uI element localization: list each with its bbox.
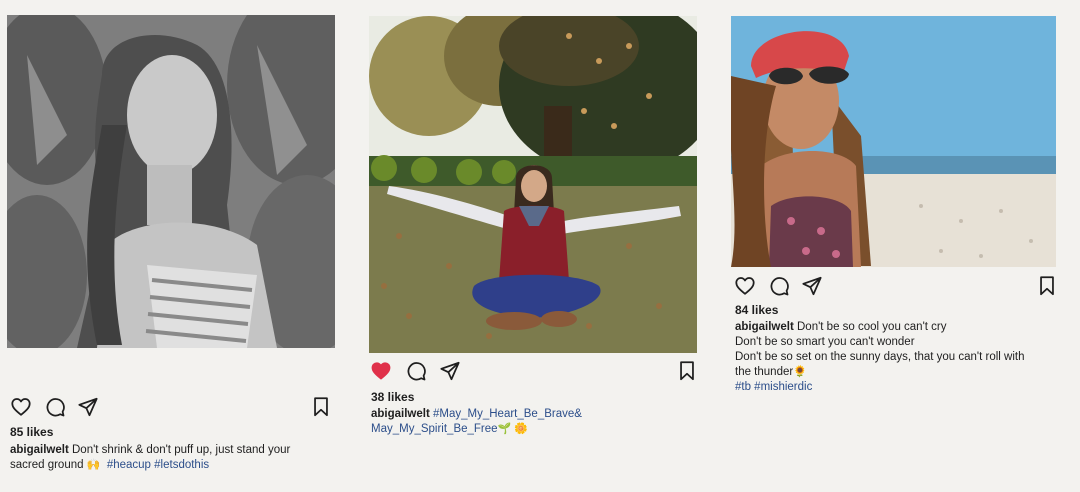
hashtag[interactable]: #May_My_Heart_Be_Brave&	[433, 408, 582, 420]
faded-text	[735, 404, 738, 415]
caption-text: the thunder	[735, 366, 794, 378]
share-icon[interactable]	[439, 360, 461, 382]
post-3-action-bar	[734, 275, 1056, 297]
post-caption: abigailwelt Don't be so cool you can't c…	[735, 320, 1025, 395]
hashtags[interactable]: #tb #mishierdic	[735, 381, 812, 393]
like-count[interactable]: 84 likes	[735, 303, 778, 317]
bookmark-icon[interactable]	[676, 360, 698, 382]
caption-text: sacred ground	[10, 459, 84, 471]
caption-line: Don't be so smart you can't wonder	[735, 336, 915, 348]
caption-line: abigailwelt Don't shrink & don't puff up…	[10, 443, 290, 458]
emoji: 🙌	[86, 459, 101, 471]
portrait-photo	[7, 15, 335, 348]
comment-icon[interactable]	[405, 360, 427, 382]
caption-line: abigailwelt Don't be so cool you can't c…	[735, 320, 1025, 335]
post-caption: abigailwelt Don't shrink & don't puff up…	[10, 443, 290, 473]
heart-icon[interactable]	[10, 396, 32, 418]
caption-line: sacred ground 🙌 #heacup #letsdothis	[10, 458, 290, 473]
username-link[interactable]: abigailwelt	[371, 408, 430, 420]
post-3-photo[interactable]	[731, 16, 1056, 267]
caption-line: abigailwelt #May_My_Heart_Be_Brave&	[371, 407, 582, 422]
like-count[interactable]: 85 likes	[10, 425, 53, 439]
bookmark-icon[interactable]	[310, 396, 332, 418]
post-2-photo[interactable]	[369, 16, 697, 353]
heart-filled-icon[interactable]	[370, 360, 392, 382]
caption-line: the thunder🌻	[735, 365, 1025, 380]
share-icon[interactable]	[77, 396, 99, 418]
caption-line: Don't be so set on the sunny days, that …	[735, 351, 1025, 363]
username-link[interactable]: abigailwelt	[10, 444, 69, 456]
like-count[interactable]: 38 likes	[371, 390, 414, 404]
comment-icon[interactable]	[44, 396, 66, 418]
username-link[interactable]: abigailwelt	[735, 321, 794, 333]
park-photo	[369, 16, 697, 353]
faded-text	[10, 478, 13, 489]
emoji: 🌱 🌼	[497, 423, 529, 435]
post-1-photo[interactable]	[7, 15, 335, 348]
hashtag-continuation[interactable]: May_My_Spirit_Be_Free	[371, 423, 498, 435]
emoji: 🌻	[793, 366, 807, 378]
caption-text: Don't shrink & don't puff up, just stand…	[72, 444, 291, 456]
caption-line: May_My_Spirit_Be_Free🌱 🌼	[371, 422, 582, 437]
post-caption: abigailwelt #May_My_Heart_Be_Brave& May_…	[371, 407, 582, 437]
post-2-action-bar	[370, 360, 696, 382]
share-icon[interactable]	[801, 275, 823, 297]
beach-photo	[731, 16, 1056, 267]
bookmark-icon[interactable]	[1036, 275, 1058, 297]
comment-icon[interactable]	[768, 275, 790, 297]
post-1-action-bar	[10, 396, 332, 418]
caption-line: #tb #mishierdic	[735, 380, 1025, 395]
faded-text	[371, 446, 374, 457]
caption-text: Don't be so cool you can't cry	[797, 321, 947, 333]
hashtags[interactable]: #heacup #letsdothis	[107, 459, 209, 471]
heart-icon[interactable]	[734, 275, 756, 297]
